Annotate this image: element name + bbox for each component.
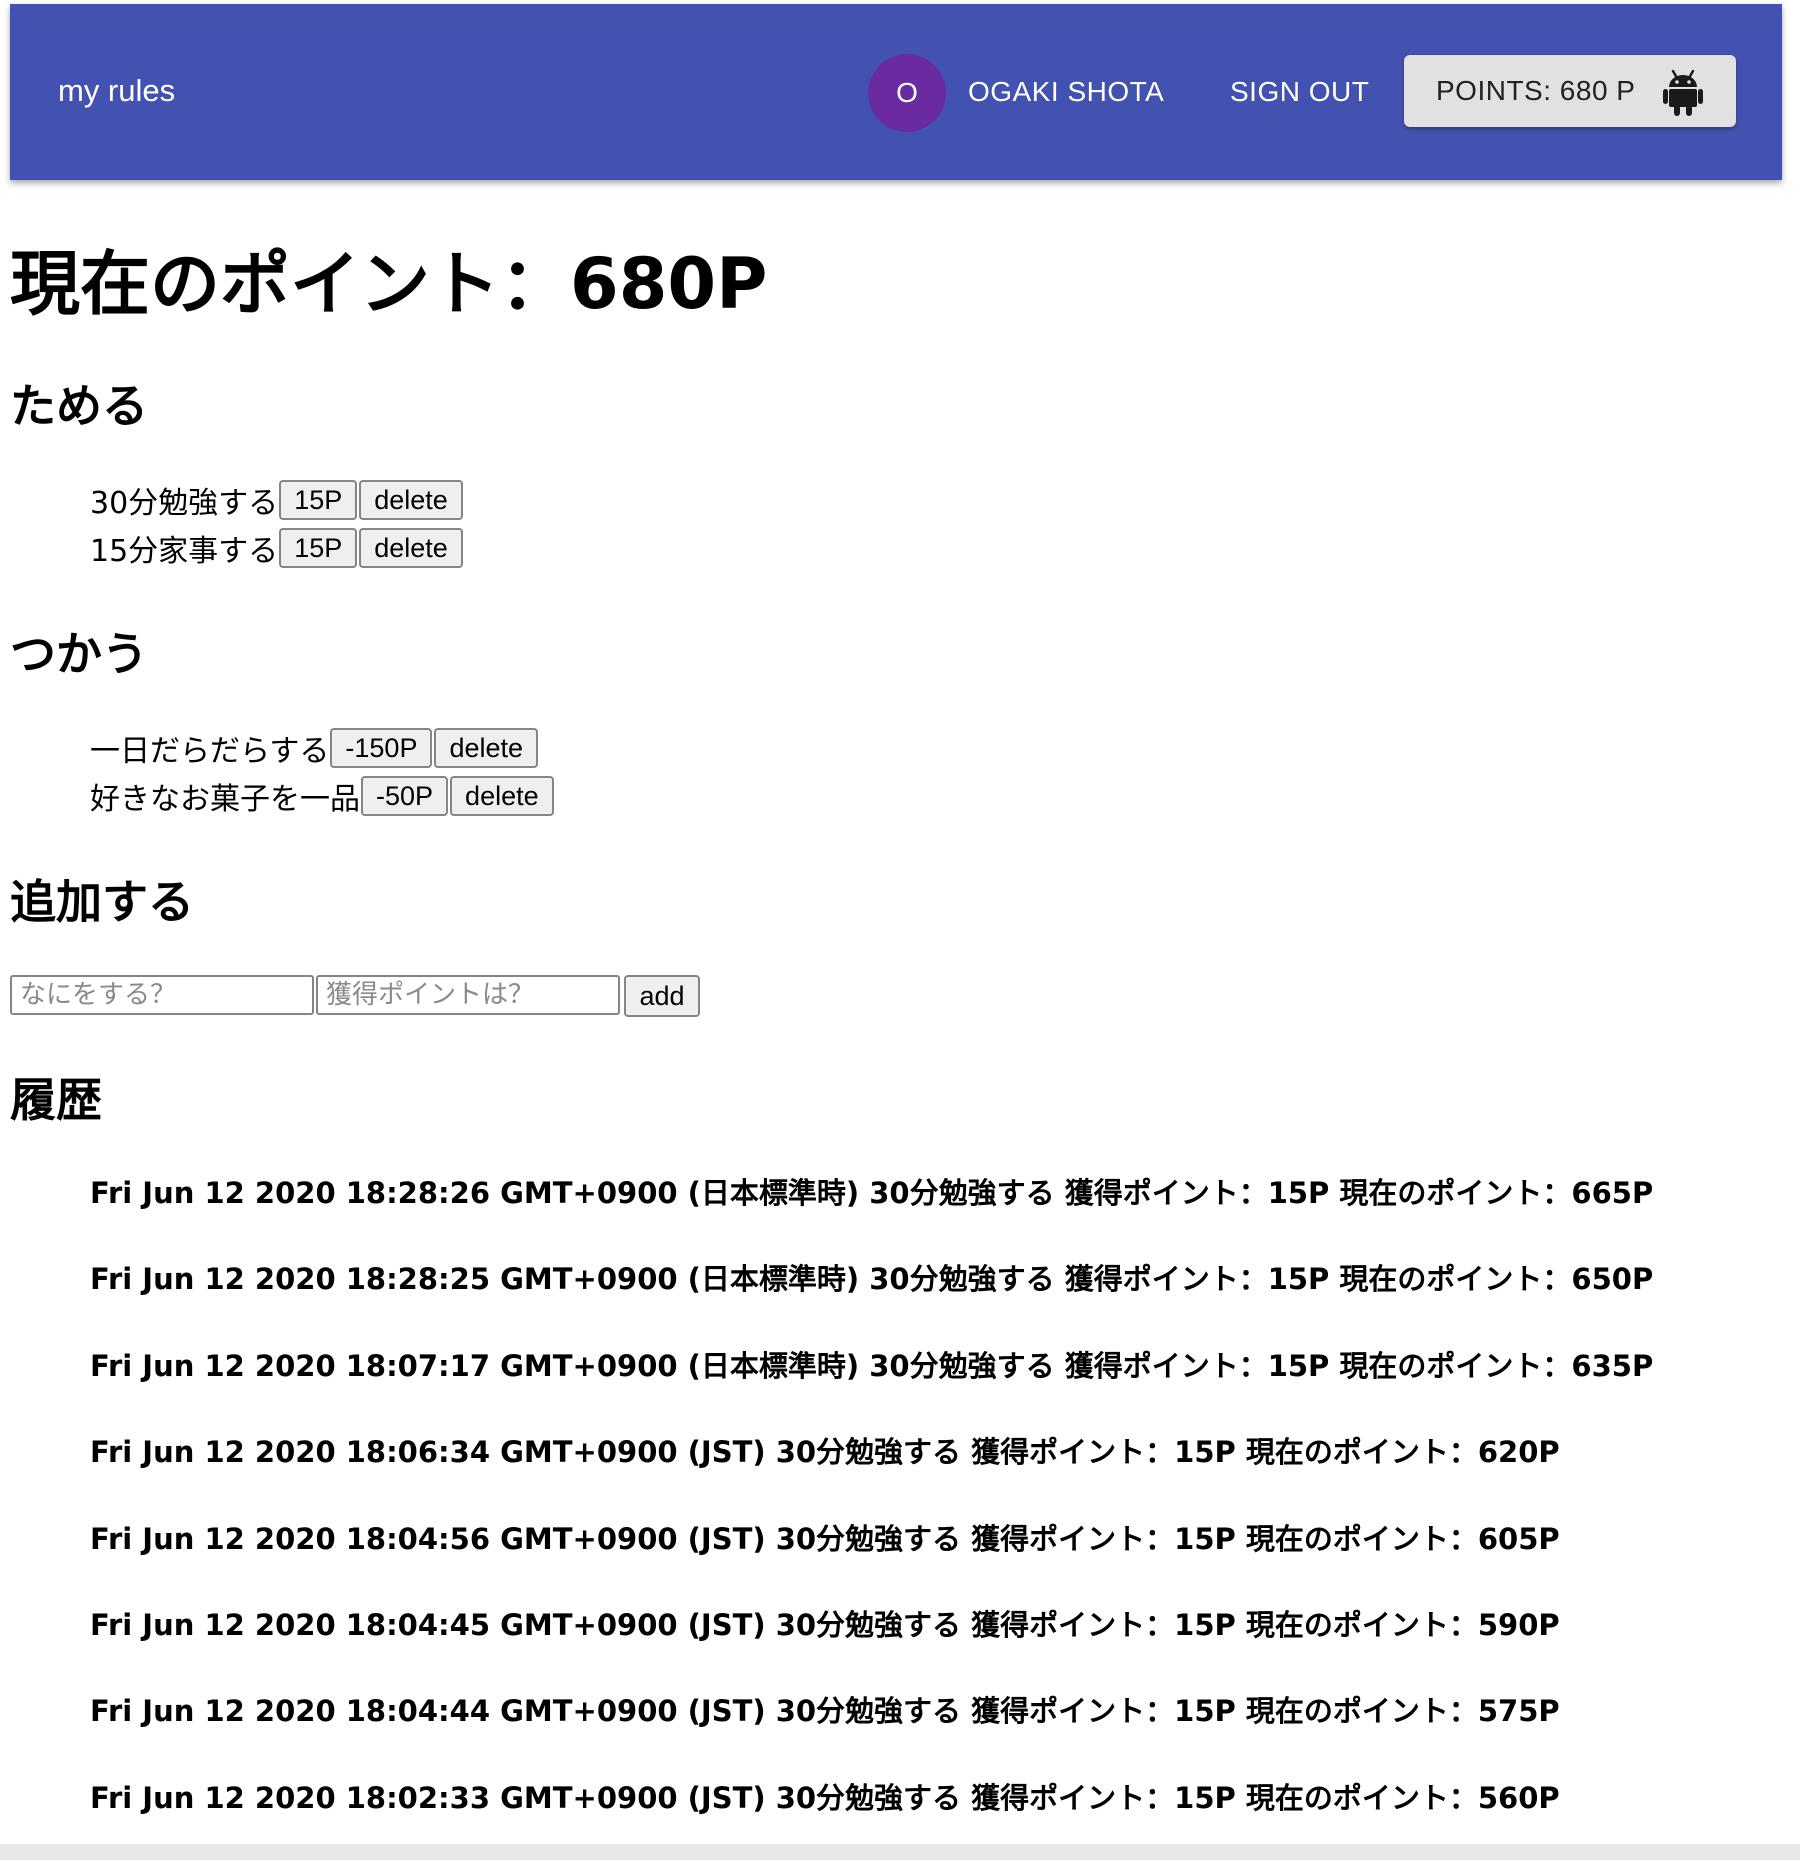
delete-button[interactable]: delete	[450, 776, 554, 816]
add-button[interactable]: add	[624, 975, 700, 1017]
rule-label: 15分家事する	[90, 534, 279, 569]
android-icon	[1663, 69, 1703, 116]
avatar[interactable]: O	[868, 54, 946, 132]
list-item: 15分家事する 15P delete	[90, 524, 464, 572]
points-button[interactable]: POINTS: 680 P	[1404, 55, 1736, 127]
delete-button[interactable]: delete	[359, 480, 463, 520]
history-item: Fri Jun 12 2020 18:04:44 GMT+0900 (JST) …	[90, 1694, 1560, 1729]
points-label: POINTS: 680 P	[1436, 75, 1636, 106]
points-input[interactable]	[316, 975, 620, 1015]
rule-label: 好きなお菓子を一品	[90, 782, 360, 817]
history-item: Fri Jun 12 2020 18:07:17 GMT+0900 (日本標準時…	[90, 1348, 1654, 1383]
earn-heading: ためる	[10, 379, 148, 433]
spend-points-button[interactable]: -50P	[361, 776, 449, 816]
app-brand[interactable]: my rules	[58, 73, 175, 109]
history-item: Fri Jun 12 2020 18:28:26 GMT+0900 (日本標準時…	[90, 1176, 1654, 1210]
delete-button[interactable]: delete	[434, 728, 539, 768]
history-item: Fri Jun 12 2020 18:06:34 GMT+0900 (JST) …	[90, 1435, 1560, 1470]
list-item: 30分勉強する 15P delete	[90, 476, 464, 524]
spend-list: 一日だらだらする -150P delete 好きなお菓子を一品 -50P del…	[90, 724, 555, 820]
history-list: Fri Jun 12 2020 18:28:26 GMT+0900 (日本標準時…	[90, 1170, 1653, 1861]
user-name: OGAKI SHOTA	[968, 76, 1165, 107]
delete-button[interactable]: delete	[359, 528, 463, 568]
list-item: 一日だらだらする -150P delete	[90, 724, 555, 772]
spend-heading: つかう	[10, 627, 148, 681]
rule-label: 30分勉強する	[90, 486, 279, 521]
history-item: Fri Jun 12 2020 18:04:45 GMT+0900 (JST) …	[90, 1607, 1560, 1642]
history-heading: 履歴	[10, 1073, 102, 1127]
app-bar: my rules O OGAKI SHOTA SIGN OUT POINTS: …	[10, 4, 1782, 180]
spend-points-button[interactable]: -150P	[330, 728, 433, 768]
rule-label: 一日だらだらする	[90, 734, 330, 769]
sign-out-button[interactable]: SIGN OUT	[1230, 76, 1369, 108]
list-item: 好きなお菓子を一品 -50P delete	[90, 772, 555, 820]
history-item: Fri Jun 12 2020 18:04:56 GMT+0900 (JST) …	[90, 1521, 1560, 1556]
earn-list: 30分勉強する 15P delete 15分家事する 15P delete	[90, 476, 464, 572]
history-item: Fri Jun 12 2020 18:28:25 GMT+0900 (日本標準時…	[90, 1262, 1654, 1297]
earn-points-button[interactable]: 15P	[279, 480, 358, 520]
add-heading: 追加する	[10, 875, 194, 929]
what-input[interactable]	[10, 975, 314, 1015]
page-title: 現在のポイント：680P	[10, 243, 768, 325]
horizontal-scrollbar[interactable]	[0, 1844, 1800, 1860]
earn-points-button[interactable]: 15P	[279, 528, 358, 568]
